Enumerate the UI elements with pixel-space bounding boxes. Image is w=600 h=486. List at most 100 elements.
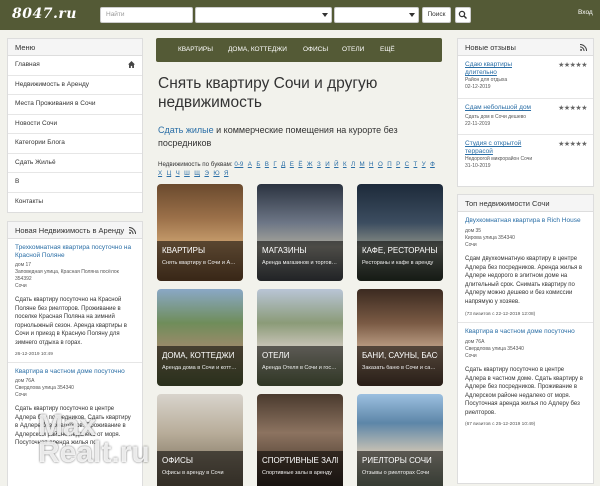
menu-item-rentals[interactable]: Недвижимость в Аренду (8, 76, 142, 95)
search-button[interactable]: Поиск (422, 7, 451, 23)
top-city: Сочи (465, 353, 477, 359)
search-icon-button[interactable] (455, 7, 471, 23)
letter-link[interactable]: А (248, 161, 252, 168)
top-title-link[interactable]: Квартира в частном доме посуточно (465, 328, 586, 336)
tile-saunas[interactable]: БАНИ, САУНЫ, БАССЕЙНЫ Заказать баню в Соч… (357, 289, 443, 386)
tile-hotels[interactable]: ОТЕЛИ Аренда Отеля в Сочи и гостиницы (257, 289, 343, 386)
letter-link[interactable]: М (359, 161, 364, 168)
letter-link[interactable]: Е (290, 161, 294, 168)
letter-link[interactable]: Э (204, 170, 208, 177)
tile-title: МАГАЗИНЫ (262, 246, 307, 255)
review-title-link[interactable]: Сдаю квартиры длительно (465, 61, 540, 77)
menu-item-label: В (15, 178, 20, 185)
tile-title: ДОМА, КОТТЕДЖИ (162, 351, 235, 360)
tile-gyms[interactable]: СПОРТИВНЫЕ ЗАЛЫ Спортивные залы в аренду (257, 394, 343, 486)
letter-link[interactable]: Я (224, 170, 228, 177)
letter-link[interactable]: Н (369, 161, 373, 168)
letter-link[interactable]: Ц (167, 170, 172, 177)
listing-house: дом 17 (15, 262, 32, 268)
tile-subtitle: Аренда дома в Сочи и коттеджа (162, 365, 238, 371)
tile-apartments[interactable]: КВАРТИРЫ Снять квартиру в Сочи и Адлере (157, 184, 243, 281)
watermark: Max Realt.ru (38, 411, 150, 468)
rss-icon[interactable] (580, 44, 587, 51)
letter-link[interactable]: Д (281, 161, 285, 168)
letter-link[interactable]: Х (158, 170, 162, 177)
letter-link[interactable]: Ё (298, 161, 302, 168)
top-title: Топ недвижимости Сочи (458, 195, 593, 212)
menu-item-blog[interactable]: Категории Блога (8, 134, 142, 154)
letter-link[interactable]: У (422, 161, 426, 168)
rss-icon[interactable] (129, 227, 136, 234)
top-house: дом 35 (465, 228, 482, 234)
rent-out-link[interactable]: Сдать жилые (158, 125, 214, 135)
city-select[interactable] (334, 7, 419, 23)
letter-link[interactable]: З (317, 161, 321, 168)
search-input[interactable]: Найти (100, 7, 193, 23)
tile-title: ОТЕЛИ (262, 351, 290, 360)
letter-link[interactable]: Т (414, 161, 418, 168)
letter-link[interactable]: Й (334, 161, 338, 168)
letter-link[interactable]: Ю (213, 170, 219, 177)
listing-description: Сдать квартиру посуточно на Красной Поля… (15, 297, 127, 346)
tile-subtitle: Отзывы о риелторах Сочи (362, 470, 430, 476)
menu-item-v[interactable]: В (8, 173, 142, 193)
letter-link[interactable]: К (343, 161, 347, 168)
login-link[interactable]: Вход (578, 9, 593, 16)
letter-link[interactable]: Ф (430, 161, 435, 168)
tile-houses[interactable]: ДОМА, КОТТЕДЖИ Аренда дома в Сочи и котте… (157, 289, 243, 386)
letter-link[interactable]: Ч (176, 170, 180, 177)
chevron-down-icon (322, 13, 328, 17)
tile-caption: ОТЕЛИ Аренда Отеля в Сочи и гостиницы (257, 346, 343, 386)
tile-cafes[interactable]: КАФЕ, РЕСТОРАНЫ Рестораны и кафе в аренду (357, 184, 443, 281)
letter-link[interactable]: Л (351, 161, 355, 168)
top-title-link[interactable]: Двухкомнатная квартира в Rich House (465, 217, 586, 225)
letter-link[interactable]: Ш (184, 170, 190, 177)
letter-link[interactable]: П (387, 161, 391, 168)
letter-link[interactable]: Ж (307, 161, 313, 168)
letter-link[interactable]: Щ (194, 170, 200, 177)
nav-apartments[interactable]: КВАРТИРЫ (178, 46, 213, 53)
site-logo[interactable]: 8047.ru (12, 6, 77, 22)
nav-houses[interactable]: ДОМА, КОТТЕДЖИ (228, 46, 287, 53)
menu-item-label: Главная (15, 61, 40, 68)
tile-caption: КВАРТИРЫ Снять квартиру в Сочи и Адлере (157, 241, 243, 281)
tile-caption: ОФИСЫ Офисы в аренду в Сочи (157, 451, 243, 486)
tile-realtors[interactable]: РИЕЛТОРЫ СОЧИ Отзывы о риелторах Сочи (357, 394, 443, 486)
tile-offices[interactable]: ОФИСЫ Офисы в аренду в Сочи (157, 394, 243, 486)
review-title-link[interactable]: Студия с открытой террасой (465, 140, 535, 156)
listing-date: 26-12-2019 10:49 (15, 352, 53, 357)
letter-link[interactable]: О (378, 161, 383, 168)
menu-item-news[interactable]: Новости Сочи (8, 115, 142, 134)
nav-offices[interactable]: ОФИСЫ (303, 46, 328, 53)
listing-house: дом 76А (15, 378, 35, 384)
menu-item-home[interactable]: Главная (8, 56, 142, 76)
letter-link[interactable]: Р (396, 161, 400, 168)
menu-item-contacts[interactable]: Контакты (8, 193, 142, 213)
tile-subtitle: Снять квартиру в Сочи и Адлере (162, 260, 238, 266)
tile-shops[interactable]: МАГАЗИНЫ Аренда магазинов и торговых (257, 184, 343, 281)
category-select[interactable] (195, 7, 332, 23)
nav-hotels[interactable]: ОТЕЛИ (342, 46, 364, 53)
menu-panel: Меню Главная Недвижимость в Аренду Места… (7, 38, 143, 213)
new-listings-title: Новая Недвижимость в Аренду (8, 222, 142, 239)
listing-title-link[interactable]: Квартира в частном доме посуточно (15, 368, 135, 376)
letter-link[interactable]: 0-9 (234, 161, 243, 168)
menu-item-places[interactable]: Места Проживания в Сочи (8, 95, 142, 115)
listing-title-link[interactable]: Трехкомнатная квартира посуточно на Крас… (15, 244, 135, 260)
letter-link[interactable]: В (265, 161, 269, 168)
letter-link[interactable]: С (405, 161, 409, 168)
top-item: Двухкомнатная квартира в Rich House дом … (458, 212, 593, 322)
letter-link[interactable]: И (325, 161, 329, 168)
menu-item-label: Недвижимость в Аренду (15, 80, 89, 88)
tile-title: КВАРТИРЫ (162, 246, 206, 255)
letter-link[interactable]: Г (273, 161, 276, 168)
intro-text: Сдать жилые и коммерческие помещения на … (158, 124, 444, 150)
nav-more[interactable]: ЕЩЁ (380, 46, 395, 53)
review-item: Сдаю квартиры длительно ★★★★★ Район для … (458, 56, 593, 99)
menu-title: Меню (8, 39, 142, 56)
tile-caption: БАНИ, САУНЫ, БАССЕЙНЫ Заказать баню в Соч… (357, 346, 443, 386)
listing-city: Сочи (15, 283, 27, 289)
tile-subtitle: Рестораны и кафе в аренду (362, 260, 434, 266)
menu-item-rent-out[interactable]: Сдать Жильё (8, 154, 142, 173)
letter-link[interactable]: Б (256, 161, 260, 168)
